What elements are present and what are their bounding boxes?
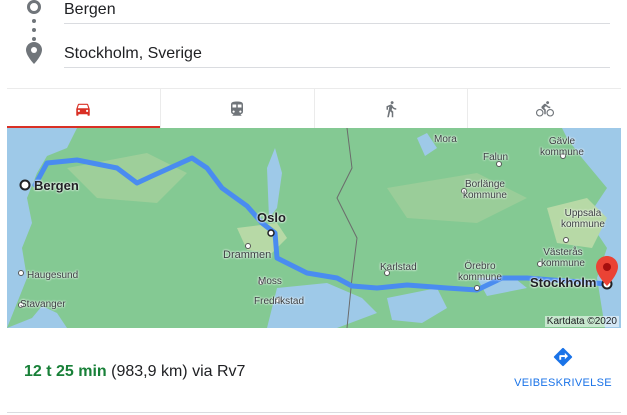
map-label-gavle: Gävle kommune xyxy=(540,136,584,158)
route-inputs: Bergen Stockholm, Sverige xyxy=(0,0,627,80)
tab-walking[interactable] xyxy=(315,89,469,128)
car-icon xyxy=(76,103,91,116)
directions-label: VEIBESKRIVELSE xyxy=(514,377,612,389)
transit-icon xyxy=(231,101,244,116)
travel-mode-tabs xyxy=(7,88,621,129)
tab-transit[interactable] xyxy=(161,89,315,128)
map-label-vasteras: Västerås kommune xyxy=(541,247,585,269)
origin-marker-icon xyxy=(27,0,41,14)
map-label-borlange: Borlänge kommune xyxy=(463,179,507,201)
destination-pin-icon xyxy=(26,42,42,64)
bicycle-icon xyxy=(535,100,554,116)
walking-icon xyxy=(386,100,397,117)
directions-button[interactable]: VEIBESKRIVELSE xyxy=(508,346,618,394)
map-label-moss: Moss xyxy=(258,276,282,287)
route-markers xyxy=(24,0,44,80)
map-label-orebro: Örebro kommune xyxy=(458,261,502,283)
map-label-haugesund: Haugesund xyxy=(27,270,79,281)
route-summary: 12 t 25 min (983,9 km) via Rv7 xyxy=(24,362,245,382)
map-label-oslo: Oslo xyxy=(257,210,286,225)
tab-cycling[interactable] xyxy=(468,89,621,128)
map-label-uppsala: Uppsala kommune xyxy=(561,208,605,230)
map-label-fredrikstad: Fredrikstad xyxy=(254,296,305,307)
map-terrain xyxy=(7,128,621,328)
directions-icon xyxy=(553,347,573,367)
map-label-stockholm: Stockholm xyxy=(530,275,597,290)
route-duration: 12 t 25 min xyxy=(24,363,107,380)
destination-map-pin-icon xyxy=(596,256,618,286)
destination-field[interactable]: Stockholm, Sverige xyxy=(64,34,610,68)
route-distance: (983,9 km) xyxy=(111,363,188,380)
map-label-stavanger: Stavanger xyxy=(20,299,66,310)
route-dots-icon xyxy=(32,19,36,41)
tab-car[interactable] xyxy=(7,89,161,129)
map-label-mora: Mora xyxy=(434,134,457,145)
map-label-karlstad: Karlstad xyxy=(380,262,417,273)
route-map[interactable]: Bergen Oslo Stockholm Drammen Moss Fredr… xyxy=(7,128,621,328)
divider xyxy=(7,412,621,413)
origin-field[interactable]: Bergen xyxy=(64,0,610,24)
route-via: via Rv7 xyxy=(192,363,246,380)
map-label-bergen: Bergen xyxy=(34,178,79,193)
map-label-falun: Falun xyxy=(483,152,509,163)
map-attribution: Kartdata ©2020 xyxy=(544,316,619,327)
map-label-drammen: Drammen xyxy=(223,249,272,261)
